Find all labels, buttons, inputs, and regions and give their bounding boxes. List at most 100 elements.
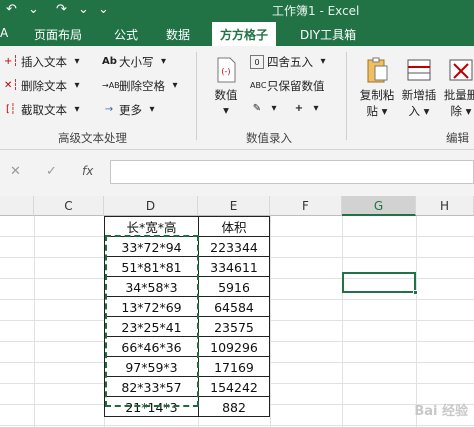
insert-rows-icon [406, 56, 432, 84]
delete-text-button[interactable]: ✕┆ 删除文本 ▾ [4, 78, 84, 94]
cell-volume[interactable]: 223344 [198, 236, 270, 257]
cell-volume[interactable]: 5916 [198, 276, 270, 297]
copy-paste-label-line2: 贴 ▾ [366, 104, 388, 118]
insert-new-label-line2: 入 ▾ [408, 104, 430, 118]
arrow-right-icon: → [104, 104, 114, 115]
tab-diy-toolbox[interactable]: DIY工具箱 [300, 26, 356, 43]
tab-fangfanggezi[interactable]: 方方格子 [212, 22, 277, 46]
column-header-g[interactable]: G [342, 196, 416, 216]
ribbon-tab-bar: А 页面布局 公式 数据 方方格子 DIY工具箱 [0, 22, 474, 46]
active-cell-selection[interactable] [342, 272, 418, 295]
batch-delete-button[interactable]: 批量删 除 ▾ [440, 56, 474, 119]
keep-values-button[interactable]: ABC 只保留数值 [250, 78, 325, 94]
cell-volume[interactable]: 882 [198, 396, 270, 417]
redo-dropdown-icon[interactable]: ⌄ [78, 2, 89, 17]
cell-dimensions[interactable]: 23*25*41 [104, 316, 199, 337]
group-separator [196, 52, 197, 140]
column-header-f[interactable]: F [270, 196, 342, 216]
extract-text-label: 截取文本 [21, 103, 67, 117]
batch-delete-label-end: 除 [450, 104, 463, 118]
header-cell-dimensions[interactable]: 长*宽*高 [104, 216, 199, 237]
grid-line [0, 425, 474, 426]
insert-new-label-end: 入 [408, 104, 421, 118]
insert-new-button[interactable]: 新增插 入 ▾ [398, 56, 440, 119]
insert-text-button[interactable]: +┆ 插入文本 ▾ [4, 54, 84, 70]
title-bar: ↶ ⌄ ↷ ⌄ ⌄ 工作簿1 - Excel [0, 0, 474, 22]
delete-spaces-icon: →AB [102, 81, 120, 90]
tab-page-layout[interactable]: 页面布局 [34, 26, 82, 43]
cell-dimensions[interactable]: 34*58*3 [104, 276, 199, 297]
customize-quick-access-icon[interactable]: ⌄ [98, 2, 109, 17]
cell-volume[interactable]: 17169 [198, 356, 270, 377]
undo-dropdown-icon[interactable]: ⌄ [28, 2, 39, 17]
case-icon: Ab [102, 56, 117, 67]
column-header-h[interactable]: H [416, 196, 474, 216]
column-header-c[interactable]: C [34, 196, 104, 216]
tab-partial[interactable]: А [0, 26, 8, 40]
cell-volume[interactable]: 154242 [198, 376, 270, 397]
batch-delete-label: 批量删 [443, 88, 474, 102]
chevron-down-icon: ▾ [271, 103, 277, 114]
cell-dimensions[interactable]: 51*81*81 [104, 256, 199, 277]
redo-icon[interactable]: ↷ [56, 2, 67, 17]
tab-data[interactable]: 数据 [166, 26, 190, 43]
chevron-down-icon: ▾ [223, 103, 229, 117]
formula-bar: ✕ ✓ fx [0, 150, 474, 196]
numeric-button[interactable]: (-) 数值 ▾ [206, 56, 246, 117]
keep-values-icon: ABC [250, 81, 267, 90]
round-button[interactable]: 0 四舍五入 ▾ [250, 54, 330, 70]
fill-handle[interactable] [413, 290, 418, 295]
delete-spaces-label: 删除空格 [119, 79, 165, 93]
formula-input[interactable] [110, 160, 474, 184]
column-header-partial[interactable] [0, 196, 34, 216]
column-header-e[interactable]: E [198, 196, 270, 216]
plus-icon: + [294, 103, 304, 114]
insert-new-label: 新增插 [401, 88, 437, 102]
enter-icon[interactable]: ✓ [46, 164, 57, 179]
cell-volume[interactable]: 334611 [198, 256, 270, 277]
chevron-down-icon: ▾ [172, 80, 178, 91]
grid-line [416, 216, 417, 427]
cell-dimensions[interactable]: 82*33*57 [104, 376, 199, 397]
extract-text-button[interactable]: [┆ 截取文本 ▾ [4, 102, 84, 118]
copy-paste-label-end: 贴 [366, 104, 379, 118]
keep-values-label: 只保留数值 [267, 79, 325, 93]
window-title: 工作簿1 - Excel [272, 4, 360, 18]
more-label: 更多 [119, 103, 142, 117]
group-label-text: 高级文本处理 [58, 131, 127, 145]
watermark: Bai 经验 [414, 404, 468, 419]
cell-dimensions[interactable]: 97*59*3 [104, 356, 199, 377]
header-cell-volume[interactable]: 体积 [198, 216, 270, 237]
numeric-icon: (-) [213, 56, 239, 84]
batch-delete-label-line2: 除 ▾ [450, 104, 472, 118]
add-button[interactable]: + ▾ [292, 102, 323, 116]
cell-volume[interactable]: 64584 [198, 296, 270, 317]
insert-function-icon[interactable]: fx [82, 164, 93, 178]
undo-icon[interactable]: ↶ [6, 2, 17, 17]
round-icon: 0 [250, 55, 264, 69]
svg-text:(-): (-) [221, 67, 230, 76]
ribbon-panel: +┆ 插入文本 ▾ ✕┆ 删除文本 ▾ [┆ 截取文本 ▾ Ab 大小写 ▾ →… [0, 46, 474, 150]
case-button[interactable]: Ab 大小写 ▾ [102, 54, 171, 70]
copy-paste-button[interactable]: 复制粘 贴 ▾ [354, 56, 400, 119]
cell-dimensions[interactable]: 13*72*69 [104, 296, 199, 317]
delete-spaces-button[interactable]: →AB 删除空格 ▾ [102, 78, 182, 94]
copy-paste-label: 复制粘 [359, 88, 395, 102]
column-header-d[interactable]: D [104, 196, 198, 216]
cell-volume[interactable]: 23575 [198, 316, 270, 337]
cell-dimensions[interactable]: 33*72*94 [104, 236, 199, 257]
chevron-down-icon: ▾ [74, 80, 80, 91]
tab-formulas[interactable]: 公式 [114, 26, 138, 43]
cancel-icon[interactable]: ✕ [10, 164, 21, 179]
grid-line [34, 216, 35, 427]
cell-volume[interactable]: 109296 [198, 336, 270, 357]
insert-text-label: 插入文本 [21, 55, 67, 69]
cell-dimensions[interactable]: 21*14*3 [104, 396, 199, 417]
chevron-down-icon: ▾ [149, 104, 155, 115]
grid-line [342, 216, 343, 427]
delete-text-label: 删除文本 [21, 79, 67, 93]
more-button[interactable]: → 更多 ▾ [102, 102, 159, 118]
format-button[interactable]: ✎ ▾ [250, 102, 281, 116]
round-label: 四舍五入 [267, 55, 313, 69]
cell-dimensions[interactable]: 66*46*36 [104, 336, 199, 357]
